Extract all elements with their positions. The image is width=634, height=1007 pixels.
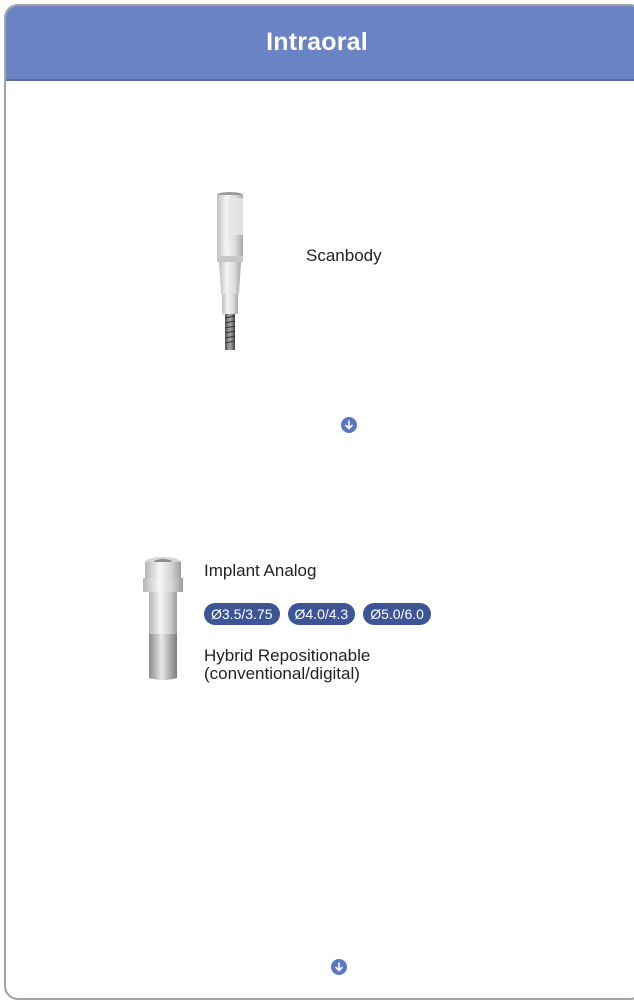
content-card: Intraoral Scanbody Implant Analog Ø3.5/3…: [4, 4, 634, 1000]
arrow-down-icon[interactable]: [331, 959, 347, 975]
scanbody-image: [217, 192, 243, 350]
size-pill-2[interactable]: Ø4.0/4.3: [287, 603, 356, 625]
page-title: Intraoral: [266, 28, 368, 56]
implant-analog-title: Implant Analog: [204, 561, 317, 580]
size-options: Ø3.5/3.75 Ø4.0/4.3 Ø5.0/6.0: [204, 603, 431, 625]
size-pill-1[interactable]: Ø3.5/3.75: [204, 603, 280, 625]
description-line-2: (conventional/digital): [204, 664, 360, 683]
arrow-down-icon[interactable]: [341, 417, 357, 433]
implant-analog-description: Hybrid Repositionable (conventional/digi…: [204, 647, 370, 683]
size-pill-3[interactable]: Ø5.0/6.0: [363, 603, 431, 625]
implant-analog-image: [143, 557, 183, 680]
scanbody-label: Scanbody: [306, 246, 382, 265]
header-bar: Intraoral: [6, 6, 634, 81]
description-line-1: Hybrid Repositionable: [204, 646, 371, 665]
